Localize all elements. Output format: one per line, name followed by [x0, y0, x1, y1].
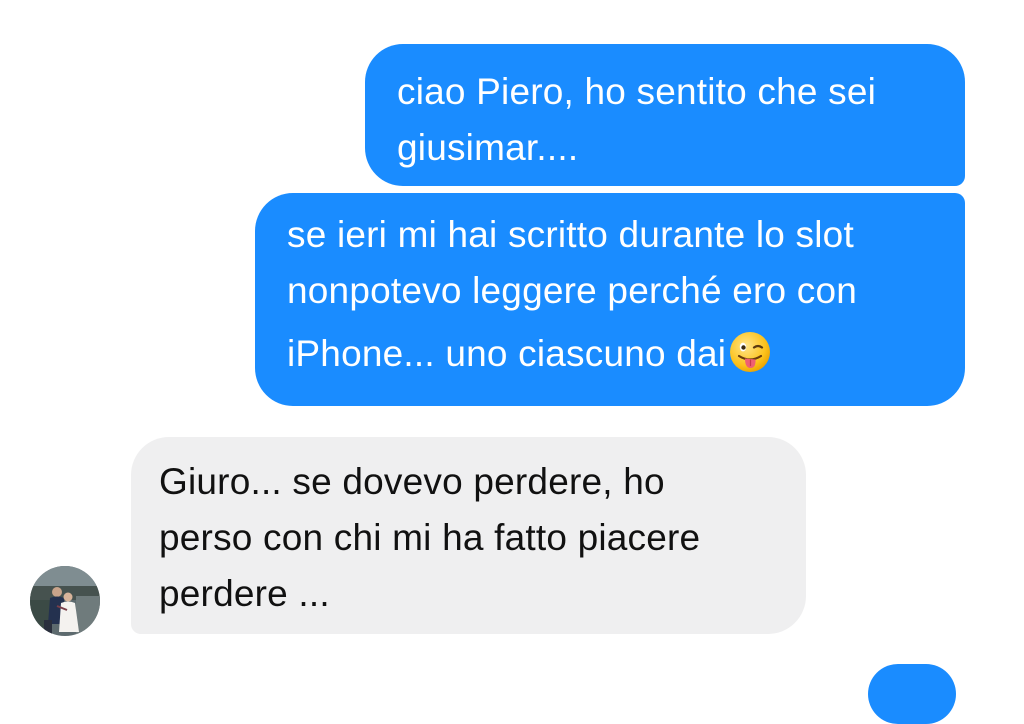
avatar-photo — [30, 566, 100, 636]
message-line: nonpotevo leggere perché ero con — [287, 270, 858, 311]
message-line: se ieri mi hai scritto durante lo slot — [287, 214, 854, 255]
message-thread: ciao Piero, ho sentito che sei giusimar.… — [0, 0, 1024, 724]
message-line-text: iPhone... uno ciascuno dai — [287, 333, 727, 374]
message-line: perso con chi mi ha fatto piacere — [159, 517, 701, 558]
message-line: ciao Piero, ho sentito che sei — [397, 71, 877, 112]
incoming-message-bubble[interactable]: Giuro... se dovevo perdere, ho perso con… — [131, 437, 806, 634]
message-line-with-emoji: iPhone... uno ciascuno dai — [287, 319, 965, 389]
outgoing-message-bubble-partial[interactable] — [868, 664, 956, 724]
outgoing-message-bubble[interactable]: ciao Piero, ho sentito che sei giusimar.… — [365, 44, 965, 186]
winking-face-with-tongue-emoji — [730, 332, 771, 372]
contact-avatar[interactable] — [30, 566, 100, 636]
message-line: Giuro... se dovevo perdere, ho — [159, 461, 665, 502]
message-line: perdere ... — [159, 573, 330, 614]
outgoing-message-bubble[interactable]: se ieri mi hai scritto durante lo slot n… — [255, 193, 965, 406]
message-line: giusimar.... — [397, 127, 579, 168]
